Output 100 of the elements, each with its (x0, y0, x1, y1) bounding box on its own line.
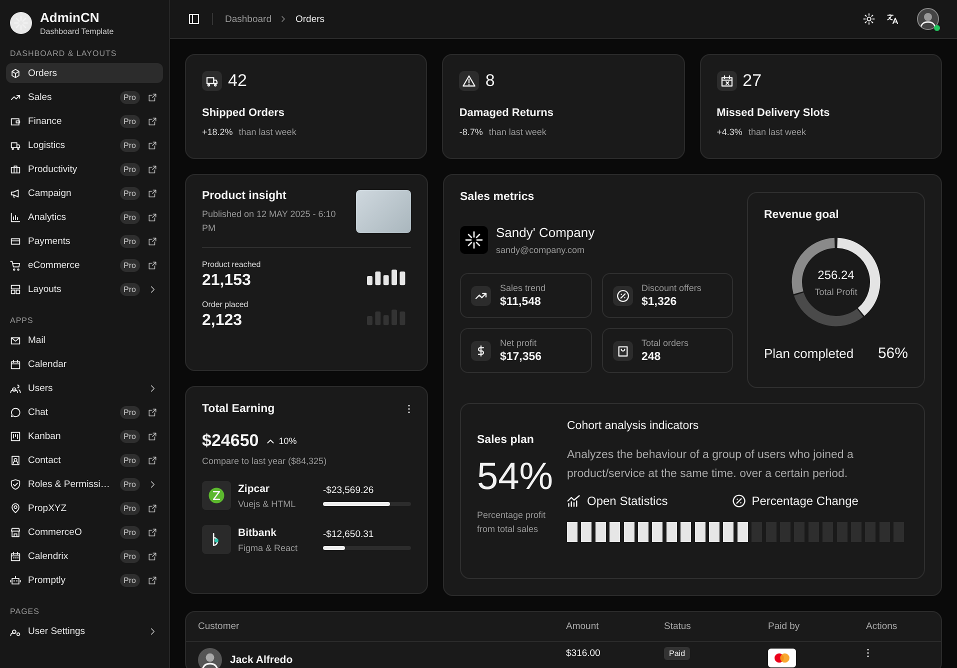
pro-badge: Pro (120, 186, 140, 200)
column-header: Customer (198, 621, 240, 632)
tile-label: Total orders (642, 338, 689, 348)
dollar-icon (471, 340, 491, 360)
cohort-link[interactable]: Open Statistics (567, 494, 668, 508)
external-link-icon (148, 260, 157, 270)
mail-icon (10, 334, 21, 346)
stat-label: Missed Delivery Slots (716, 107, 831, 119)
company-name: Bitbank (238, 526, 278, 538)
card-brand-icon (768, 648, 796, 668)
column-header: Status (664, 621, 692, 632)
card-title: Total Earning (202, 403, 275, 415)
sales-plan-caption: Percentage profit from total sales (477, 509, 547, 536)
change-value: +4.3% (716, 127, 742, 137)
external-link-icon (148, 188, 157, 198)
sidebar-item[interactable]: Roles & Permissi… Pro (6, 474, 163, 494)
warning-icon (459, 71, 480, 91)
card-icon (10, 236, 21, 246)
sidebar-item[interactable]: eCommerce Pro (6, 255, 163, 275)
tech-stack: Vuejs & HTML (238, 498, 297, 508)
external-link-icon (148, 552, 157, 560)
external-link-icon (148, 164, 157, 174)
chevron-right-icon (148, 626, 157, 636)
stat-value: 42 (228, 71, 247, 91)
sidebar-item[interactable]: Calendrix Pro (6, 546, 163, 566)
section-title: APPS (9, 315, 34, 327)
sidebar-item[interactable]: Promptly Pro (6, 570, 163, 590)
sidebar-item[interactable]: Analytics Pro (6, 207, 163, 227)
sidebar-item[interactable]: Contact Pro (6, 450, 163, 470)
company-name: Zipcar (238, 482, 271, 494)
pro-badge: Pro (120, 526, 140, 538)
change-value: 10% (278, 436, 297, 446)
pro-badge: Pro (120, 478, 140, 490)
shield-icon (10, 478, 21, 490)
pin-icon (10, 502, 21, 514)
sidebar-item[interactable]: Chat Pro (6, 402, 163, 422)
sidebar-item[interactable]: Mail (6, 330, 163, 350)
sidebar-item[interactable]: Logistics Pro (6, 135, 163, 155)
percent-icon (732, 494, 746, 508)
logo-icon (460, 226, 488, 254)
calendar-icon (10, 550, 21, 562)
megaphone-icon (10, 188, 21, 198)
more-options-icon[interactable] (407, 404, 411, 414)
published-date: Published on 12 MAY 2025 - 6:10 PM (202, 208, 337, 234)
sidebar-item[interactable]: Campaign Pro (6, 183, 163, 203)
stat-label: Shipped Orders (202, 107, 286, 119)
sidebar-item[interactable]: Finance Pro (6, 111, 163, 131)
sidebar-item[interactable]: Layouts Pro (6, 279, 163, 299)
caret-up-icon (266, 438, 274, 444)
column-header: Paid by (768, 621, 801, 632)
tile-label: Sales trend (500, 283, 546, 293)
tile-label: Net profit (500, 338, 538, 348)
breadcrumb-link[interactable]: Orders (295, 14, 325, 24)
logo-icon (202, 525, 231, 554)
sidebar-item[interactable]: CommerceO Pro (6, 522, 163, 542)
user-avatar[interactable] (917, 8, 939, 30)
sidebar-item[interactable]: Sales Pro (6, 87, 163, 107)
photo-placeholder (356, 190, 411, 233)
breadcrumb-link[interactable]: Dashboard (225, 14, 272, 24)
box-icon (10, 68, 21, 78)
robot-icon (10, 574, 21, 586)
pro-badge: Pro (120, 550, 140, 562)
sidebar-item[interactable]: Calendar (6, 354, 163, 374)
status-badge: Paid (664, 647, 690, 660)
external-link-icon (148, 432, 157, 440)
sun-icon[interactable] (863, 13, 875, 25)
brand-subtitle: Dashboard Template (40, 27, 114, 36)
sidebar-item[interactable]: Payments Pro (6, 231, 163, 251)
sidebar-item[interactable]: Productivity Pro (6, 159, 163, 179)
external-link-icon (148, 408, 157, 416)
pro-badge: Pro (120, 234, 140, 248)
truck-icon (202, 71, 222, 91)
bag-icon (612, 340, 632, 360)
sidebar-item[interactable]: PropXYZ Pro (6, 498, 163, 518)
donut-value: 256.24 (818, 268, 854, 282)
sidebar-toggle-icon[interactable] (188, 13, 200, 25)
tile-value: $11,548 (500, 296, 542, 308)
amount-value: -$12,650.31 (323, 529, 375, 540)
trend-icon (471, 286, 491, 306)
sidebar-item[interactable]: Kanban Pro (6, 426, 163, 446)
more-options-icon[interactable] (866, 648, 870, 658)
sidebar-item[interactable]: User Settings (6, 621, 163, 641)
stat-value: 8 (485, 71, 495, 91)
translate-icon[interactable] (887, 13, 899, 25)
tile-value: $1,326 (642, 296, 678, 308)
customer-name: Jack Alfredo (230, 654, 293, 666)
chevron-right-icon (279, 15, 288, 23)
cohort-link[interactable]: Percentage Change (732, 494, 858, 508)
stat-value: 27 (742, 71, 762, 91)
external-link-icon (148, 116, 157, 126)
pro-badge: Pro (120, 258, 140, 272)
chat-icon (10, 406, 21, 418)
sidebar-item[interactable]: Users (6, 378, 163, 398)
sidebar-item[interactable]: Orders (6, 63, 163, 83)
logo-icon (202, 481, 231, 510)
external-link-icon (148, 576, 157, 584)
calendar-icon (10, 358, 21, 370)
change-value: +18.2% (202, 127, 233, 137)
card-title: Revenue goal (764, 209, 840, 221)
metric-label: Order placed (202, 300, 248, 309)
